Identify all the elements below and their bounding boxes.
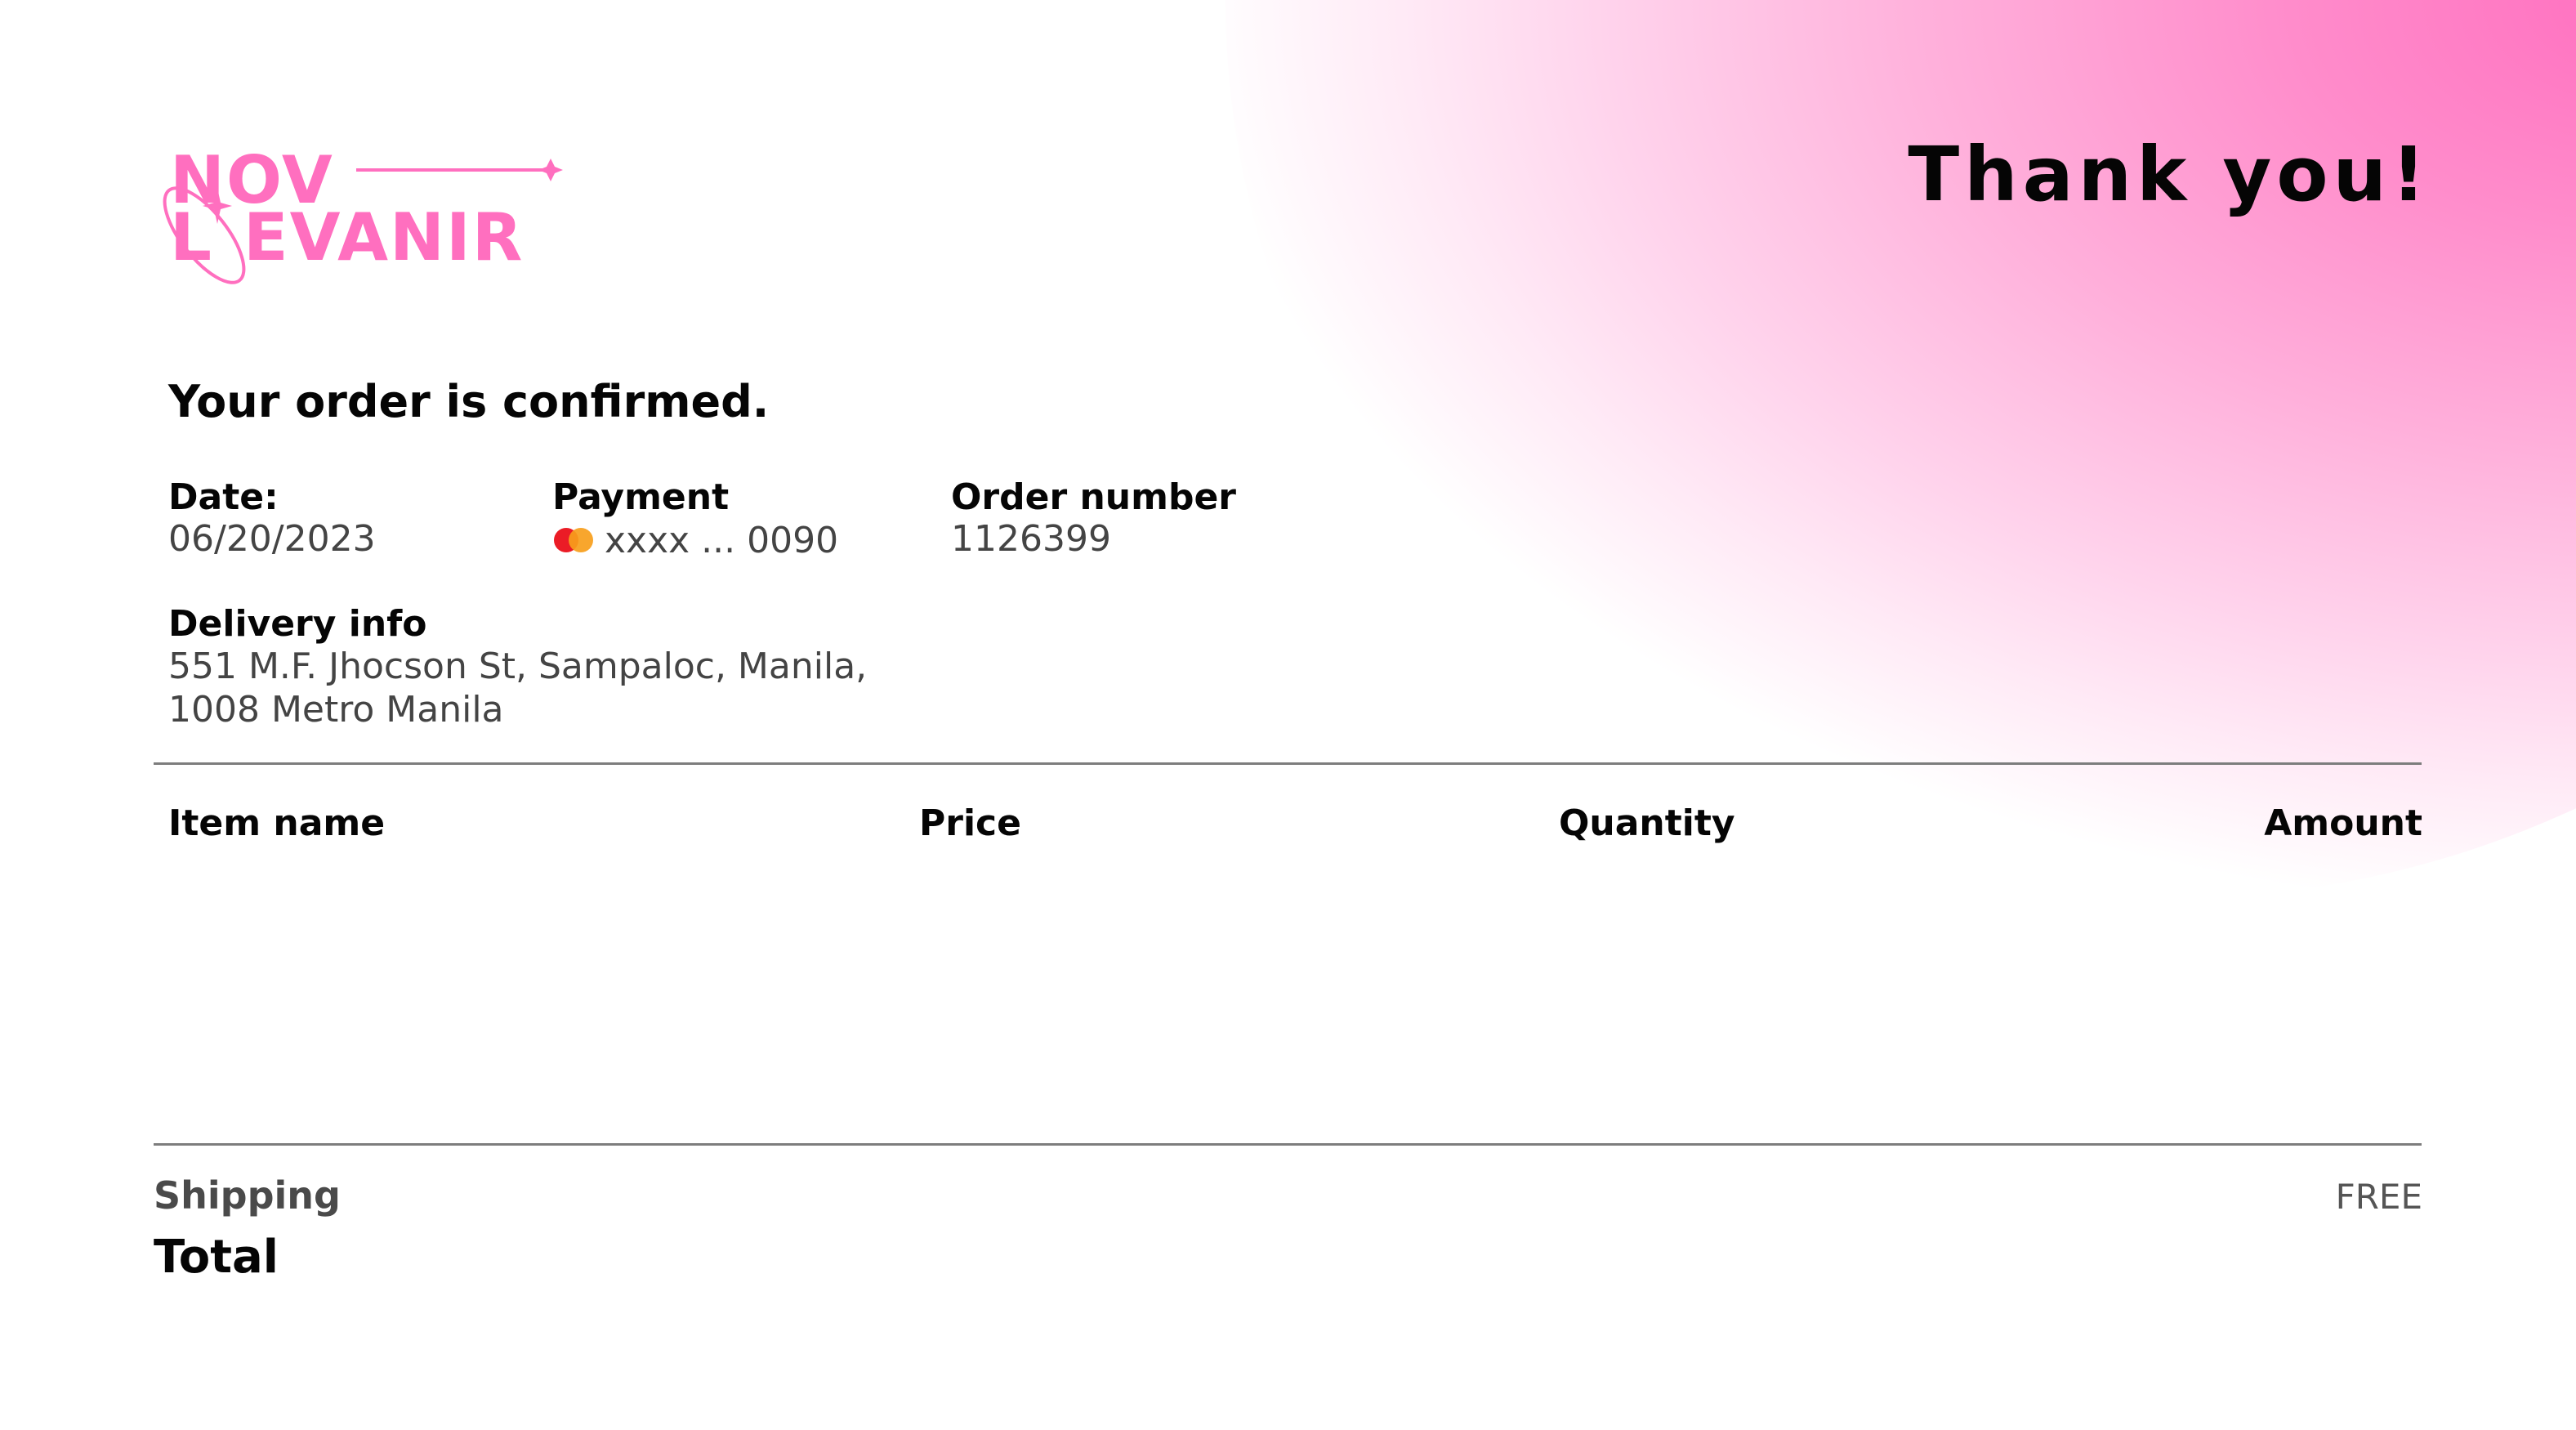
brand-logo: NOV L EVANIR <box>152 139 577 294</box>
column-header-item-name: Item name <box>168 802 386 844</box>
svg-text:EVANIR: EVANIR <box>243 199 524 275</box>
shipping-label: Shipping <box>154 1173 341 1218</box>
delivery-info-label: Delivery info <box>168 603 427 645</box>
date-label: Date: <box>168 476 279 518</box>
payment-value: xxxx ... 0090 <box>605 520 839 561</box>
receipt-page: NOV L EVANIR Thank you! Your order is co… <box>0 0 2576 1430</box>
shipping-value: FREE <box>2335 1177 2422 1217</box>
column-header-quantity: Quantity <box>1559 802 1735 844</box>
date-value: 06/20/2023 <box>168 518 376 560</box>
delivery-address-line2: 1008 Metro Manila <box>168 689 504 731</box>
order-confirmed-heading: Your order is confirmed. <box>168 376 770 427</box>
divider-top <box>154 762 2422 765</box>
order-number-value: 1126399 <box>951 518 1111 560</box>
payment-label: Payment <box>552 476 730 518</box>
payment-value-row: xxxx ... 0090 <box>554 520 838 561</box>
mastercard-icon <box>554 528 593 552</box>
thank-you-heading: Thank you! <box>1908 131 2431 218</box>
order-number-label: Order number <box>951 476 1236 518</box>
column-header-price: Price <box>919 802 1021 844</box>
total-label: Total <box>154 1231 279 1284</box>
delivery-address-line1: 551 M.F. Jhocson St, Sampaloc, Manila, <box>168 646 868 687</box>
column-header-amount: Amount <box>2264 802 2422 844</box>
divider-bottom <box>154 1143 2422 1146</box>
